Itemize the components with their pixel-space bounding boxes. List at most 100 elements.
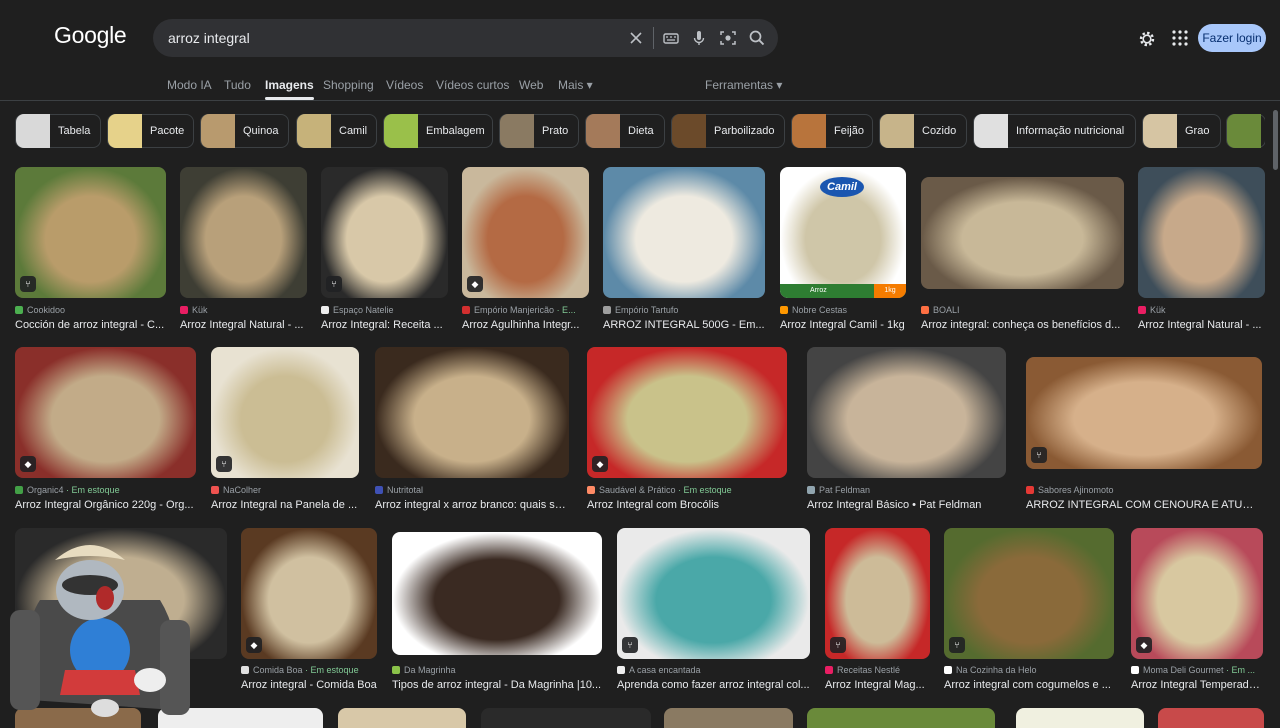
result-source[interactable]: Espaço Natelie [321, 305, 448, 315]
chip-prato[interactable]: Prato [499, 114, 579, 148]
chip-more[interactable] [1226, 114, 1265, 148]
result-source[interactable]: BOALI [921, 305, 1124, 315]
tab-videos[interactable]: Vídeos [386, 78, 423, 92]
result-thumbnail[interactable] [392, 532, 602, 655]
result-thumbnail[interactable] [921, 177, 1124, 289]
result-title[interactable]: Arroz Integral: Receita ... [321, 319, 448, 331]
result-title[interactable]: Arroz integral x arroz branco: quais sã.… [375, 499, 569, 511]
result-thumbnail[interactable]: ⑂ [1026, 357, 1262, 469]
result-thumbnail[interactable]: Camil Arroz 1kg [780, 167, 906, 298]
chip-feijão[interactable]: Feijão [791, 114, 873, 148]
result-title[interactable]: Arroz integral - Comida Boa [241, 679, 377, 691]
result-thumbnail[interactable] [603, 167, 765, 298]
tab-tudo[interactable]: Tudo [224, 78, 251, 92]
result-thumbnail[interactable] [807, 347, 1006, 478]
chip-informação-nutricional[interactable]: Informação nutricional [973, 114, 1136, 148]
image-result-partial[interactable] [338, 708, 466, 728]
result-title[interactable]: Arroz integral: conheça os benefícios d.… [921, 319, 1124, 331]
result-title[interactable]: Cocción de arroz integral - C... [15, 319, 166, 331]
tab-more[interactable]: Mais ▾ [558, 78, 593, 92]
keyboard-icon[interactable] [661, 28, 681, 48]
result-title[interactable]: Arroz Integral Camil - 1kg [780, 319, 906, 331]
result-source[interactable]: Comida Boa · Em estoque [241, 665, 377, 675]
tab-web[interactable]: Web [519, 78, 543, 92]
result-source[interactable]: Nobre Cestas [780, 305, 906, 315]
result-title[interactable]: Arroz Integral Natural - ... [1138, 319, 1265, 331]
result-title[interactable]: Arroz Integral Orgânico 220g - Org... [15, 499, 196, 511]
result-source[interactable]: Pat Feldman [807, 485, 1006, 495]
scrollbar-thumb[interactable] [1273, 110, 1278, 170]
result-source[interactable]: Da Magrinha [392, 665, 602, 675]
result-thumbnail[interactable]: ⑂ [321, 167, 448, 298]
result-thumbnail[interactable]: ⑂ [825, 528, 930, 659]
result-source[interactable]: Empório Manjericão · E... [462, 305, 589, 315]
result-source[interactable]: Empório Tartufo [603, 305, 765, 315]
apps-grid-icon[interactable] [1171, 29, 1189, 47]
result-title[interactable]: ARROZ INTEGRAL 500G - Em... [603, 319, 765, 331]
image-result-partial[interactable] [481, 708, 651, 728]
result-source[interactable]: Nutritotal [375, 485, 569, 495]
chip-parboilizado[interactable]: Parboilizado [671, 114, 785, 148]
search-icon[interactable] [747, 28, 767, 48]
result-title[interactable]: Arroz Integral Temperado... [1131, 679, 1263, 691]
chip-dieta[interactable]: Dieta [585, 114, 665, 148]
result-title[interactable]: Arroz Integral Natural - ... [180, 319, 307, 331]
login-button[interactable]: Fazer login [1198, 24, 1266, 52]
image-result-partial[interactable] [1016, 708, 1144, 728]
result-thumbnail[interactable]: ◆ [587, 347, 787, 478]
chip-quinoa[interactable]: Quinoa [200, 114, 289, 148]
tab-imagens[interactable]: Imagens [265, 78, 314, 100]
result-source[interactable]: Na Cozinha da Helo [944, 665, 1114, 675]
result-source[interactable]: Moma Deli Gourmet · Em ... [1131, 665, 1263, 675]
result-thumbnail[interactable]: ⑂ [15, 167, 166, 298]
result-source[interactable]: A casa encantada [617, 665, 810, 675]
result-title[interactable]: Tipos de arroz integral - Da Magrinha |1… [392, 679, 602, 691]
image-result-partial[interactable] [1158, 708, 1264, 728]
chip-cozido[interactable]: Cozido [879, 114, 967, 148]
tools-button[interactable]: Ferramentas ▾ [705, 78, 782, 92]
result-source[interactable]: Sabores Ajinomoto [1026, 485, 1262, 495]
chip-pacote[interactable]: Pacote [107, 114, 194, 148]
result-title[interactable]: ARROZ INTEGRAL COM CENOURA E ATUM - ... [1026, 499, 1262, 511]
result-source[interactable]: Kük [1138, 305, 1265, 315]
result-title[interactable]: Arroz Integral com Brocólis [587, 499, 787, 511]
result-title[interactable]: Arroz integral com cogumelos e ... [944, 679, 1114, 691]
chip-tabela[interactable]: Tabela [15, 114, 101, 148]
result-thumbnail[interactable]: ⑂ [211, 347, 359, 478]
result-thumbnail[interactable]: ⑂ [944, 528, 1114, 659]
chip-camil[interactable]: Camil [296, 114, 377, 148]
result-source[interactable]: Saudável & Prático · Em estoque [587, 485, 787, 495]
result-source[interactable]: NaColher [211, 485, 359, 495]
result-thumbnail[interactable] [180, 167, 307, 298]
result-title[interactable]: Arroz Integral na Panela de ... [211, 499, 359, 511]
tab-videos-curtos[interactable]: Vídeos curtos [436, 78, 509, 92]
result-thumbnail[interactable] [1138, 167, 1265, 298]
result-thumbnail[interactable]: ◆ [15, 347, 196, 478]
tab-modo-ia[interactable]: Modo IA [167, 78, 212, 92]
result-thumbnail[interactable]: ⑂ [617, 528, 810, 659]
google-logo[interactable]: Google [54, 22, 127, 49]
result-thumbnail[interactable]: ◆ [241, 528, 377, 659]
result-title[interactable]: Arroz Integral Básico • Pat Feldman [807, 499, 1006, 511]
search-box[interactable]: arroz integral [153, 19, 778, 57]
chip-embalagem[interactable]: Embalagem [383, 114, 493, 148]
result-title[interactable]: Aprenda como fazer arroz integral col... [617, 679, 810, 691]
settings-gear-icon[interactable] [1137, 29, 1157, 49]
result-title[interactable]: Arroz Integral Mag... [825, 679, 930, 691]
result-source[interactable]: Receitas Nestlé [825, 665, 930, 675]
lens-icon[interactable] [718, 28, 738, 48]
tab-shopping[interactable]: Shopping [323, 78, 374, 92]
search-input[interactable]: arroz integral [168, 30, 250, 46]
result-thumbnail[interactable]: ◆ [462, 167, 589, 298]
result-thumbnail[interactable] [375, 347, 569, 478]
result-source[interactable]: Kük [180, 305, 307, 315]
result-title[interactable]: Arroz Agulhinha Integr... [462, 319, 589, 331]
image-result-partial[interactable] [807, 708, 995, 728]
chip-grao[interactable]: Grao [1142, 114, 1221, 148]
image-result-partial[interactable] [664, 708, 793, 728]
result-thumbnail[interactable]: ◆ [1131, 528, 1263, 659]
microphone-icon[interactable] [689, 28, 709, 48]
clear-icon[interactable] [626, 28, 646, 48]
result-source[interactable]: Cookidoo [15, 305, 166, 315]
result-source[interactable]: Organic4 · Em estoque [15, 485, 196, 495]
